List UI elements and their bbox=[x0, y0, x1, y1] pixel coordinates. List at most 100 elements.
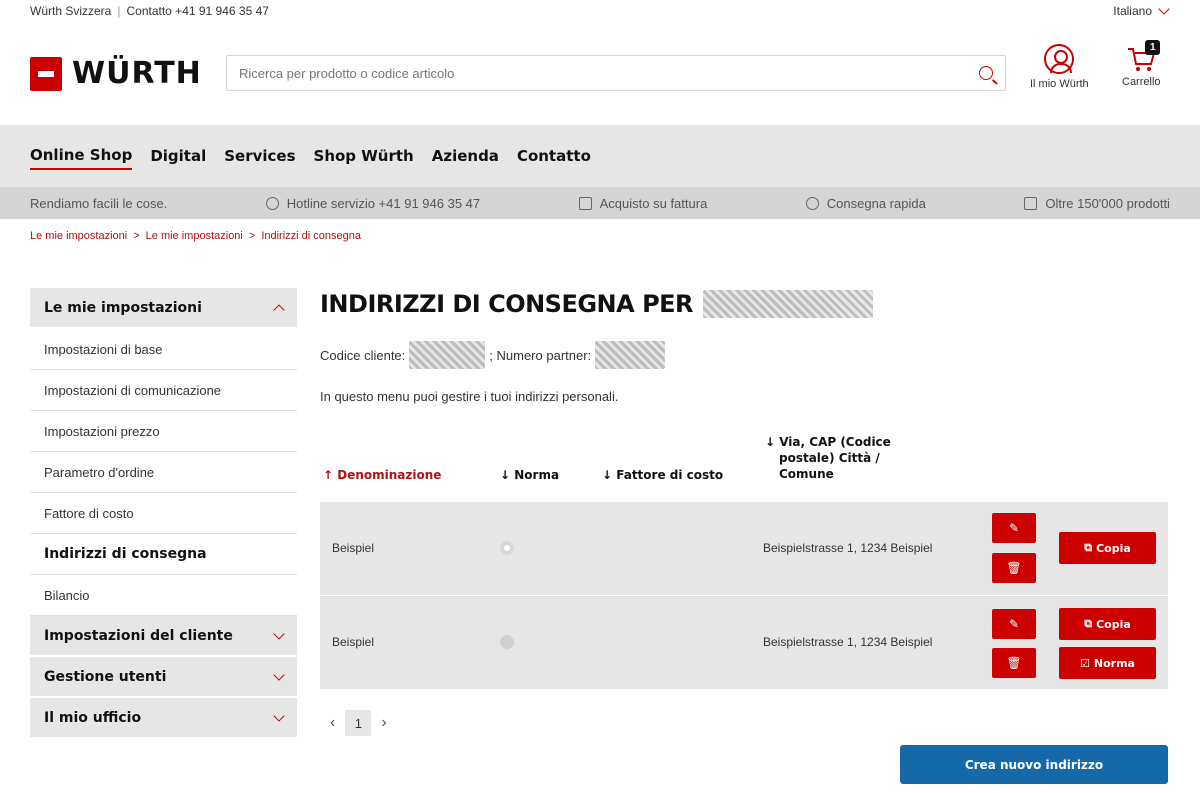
breadcrumb: Le mie impostazioni > Le mie impostazion… bbox=[30, 230, 361, 242]
language-selector[interactable]: Italiano bbox=[1113, 3, 1170, 18]
page-title: INDIRIZZI DI CONSEGNA PER bbox=[320, 290, 874, 318]
row-address: Beispielstrasse 1, 1234 Beispiel bbox=[763, 541, 933, 555]
logo-text: WÜRTH bbox=[72, 56, 202, 91]
search-bar[interactable] bbox=[226, 55, 1006, 91]
set-default-button[interactable]: ☑ Norma bbox=[1059, 647, 1156, 679]
row-name: Beispiel bbox=[332, 635, 375, 649]
page-title-text: INDIRIZZI DI CONSEGNA PER bbox=[320, 290, 694, 318]
copy-icon: ⧉ bbox=[1084, 541, 1093, 554]
products-info: Oltre 150'000 prodotti bbox=[1024, 196, 1170, 211]
nav-services[interactable]: Services bbox=[224, 143, 295, 169]
user-icon bbox=[1044, 44, 1075, 74]
sidebar-group-label: Il mio ufficio bbox=[44, 709, 142, 726]
nav-shop-wurth[interactable]: Shop Würth bbox=[314, 143, 414, 169]
pagination: ‹ 1 › bbox=[330, 710, 387, 736]
company-name: Würth Svizzera bbox=[30, 4, 112, 18]
customer-info: Codice cliente: ; Numero partner: bbox=[320, 341, 666, 369]
sidebar-item-balance[interactable]: Bilancio bbox=[30, 575, 297, 616]
copy-label: Copia bbox=[1096, 541, 1131, 555]
sidebar-group-office[interactable]: Il mio ufficio bbox=[30, 698, 297, 739]
language-label: Italiano bbox=[1113, 4, 1152, 18]
customer-label: Codice cliente: bbox=[320, 347, 406, 363]
sidebar-item-communication[interactable]: Impostazioni di comunicazione bbox=[30, 370, 297, 411]
phone-icon bbox=[265, 196, 279, 210]
pencil-icon: ✎ bbox=[1008, 521, 1020, 535]
row-address: Beispielstrasse 1, 1234 Beispiel bbox=[763, 635, 933, 649]
copy-button[interactable]: ⧉ Copia bbox=[1059, 532, 1156, 564]
intro-text: In questo menu puoi gestire i tuoi indir… bbox=[320, 389, 619, 404]
column-denominazione[interactable]: ↑ Denominazione bbox=[323, 468, 441, 482]
account-button[interactable]: Il mio Würth bbox=[1030, 44, 1089, 90]
contact-link[interactable]: Contatto +41 91 946 35 47 bbox=[126, 4, 268, 18]
edit-button[interactable]: ✎ bbox=[992, 513, 1036, 543]
column-norma[interactable]: ↓ Norma bbox=[500, 468, 559, 482]
delete-button[interactable]: 🗑 bbox=[992, 648, 1036, 678]
column-indirizzo[interactable]: ↓ Via, CAP (Codice postale) Città / Comu… bbox=[765, 434, 891, 482]
edit-button[interactable]: ✎ bbox=[992, 609, 1036, 639]
top-strip: Würth Svizzera | Contatto +41 91 946 35 … bbox=[30, 4, 269, 18]
nav-digital[interactable]: Digital bbox=[150, 143, 206, 169]
chevron-down-icon bbox=[273, 668, 285, 681]
create-address-button[interactable]: Crea nuovo indirizzo bbox=[900, 745, 1168, 784]
pencil-icon: ✎ bbox=[1008, 617, 1020, 631]
row-name: Beispiel bbox=[332, 541, 375, 555]
sidebar-group-label: Impostazioni del cliente bbox=[44, 627, 233, 644]
divider: | bbox=[117, 4, 121, 18]
column-indirizzo-line: postale) Città / bbox=[779, 451, 880, 465]
wurth-logo[interactable]: WÜRTH bbox=[30, 56, 202, 91]
sidebar-item-order-param[interactable]: Parametro d'ordine bbox=[30, 452, 297, 493]
breadcrumb-item[interactable]: Le mie impostazioni bbox=[146, 230, 243, 242]
column-fattore-costo[interactable]: ↓ Fattore di costo bbox=[602, 468, 723, 482]
cart-count-badge: 1 bbox=[1145, 40, 1161, 55]
cart-label: Carrello bbox=[1122, 76, 1161, 88]
check-icon: ☑ bbox=[1080, 656, 1090, 670]
trash-icon: 🗑 bbox=[1006, 561, 1022, 575]
sidebar-header-settings[interactable]: Le mie impostazioni bbox=[30, 288, 297, 329]
redacted-customer-code bbox=[409, 341, 486, 369]
invoice-text: Acquisto su fattura bbox=[599, 195, 708, 211]
clock-icon bbox=[805, 196, 819, 210]
default-radio[interactable] bbox=[500, 635, 514, 649]
breadcrumb-separator: > bbox=[133, 230, 140, 242]
nav-azienda[interactable]: Azienda bbox=[432, 143, 499, 169]
hotline-info[interactable]: Hotline servizio +41 91 946 35 47 bbox=[265, 195, 481, 211]
sidebar-group-users[interactable]: Gestione utenti bbox=[30, 657, 297, 698]
redacted-partner-number bbox=[595, 341, 666, 369]
sidebar-group-customer[interactable]: Impostazioni del cliente bbox=[30, 616, 297, 657]
chevron-up-icon bbox=[273, 303, 285, 316]
sidebar-item-price[interactable]: Impostazioni prezzo bbox=[30, 411, 297, 452]
products-text: Oltre 150'000 prodotti bbox=[1045, 195, 1170, 211]
delivery-text: Consegna rapida bbox=[826, 195, 926, 211]
sidebar-item-delivery-addresses[interactable]: Indirizzi di consegna bbox=[30, 534, 297, 575]
tagline: Rendiamo facili le cose. bbox=[30, 195, 168, 211]
info-bar: Rendiamo facili le cose. Hotline servizi… bbox=[0, 187, 1200, 219]
sidebar-group-label: Gestione utenti bbox=[44, 668, 167, 685]
copy-button[interactable]: ⧉ Copia bbox=[1059, 608, 1156, 640]
sidebar-item-base[interactable]: Impostazioni di base bbox=[30, 329, 297, 370]
default-radio[interactable] bbox=[500, 541, 514, 555]
copy-icon: ⧉ bbox=[1084, 617, 1093, 630]
sidebar-item-cost-factor[interactable]: Fattore di costo bbox=[30, 493, 297, 534]
chevron-down-icon bbox=[1158, 3, 1170, 15]
nav-contatto[interactable]: Contatto bbox=[517, 143, 591, 169]
hotline-text: Hotline servizio +41 91 946 35 47 bbox=[286, 195, 481, 211]
next-page-icon[interactable]: › bbox=[381, 714, 386, 732]
partner-label: ; Numero partner: bbox=[489, 347, 592, 363]
account-label: Il mio Würth bbox=[1030, 78, 1089, 90]
delivery-info: Consegna rapida bbox=[805, 195, 926, 211]
delete-button[interactable]: 🗑 bbox=[992, 553, 1036, 583]
chevron-down-icon bbox=[273, 627, 285, 640]
sidebar-header-label: Le mie impostazioni bbox=[44, 299, 202, 316]
search-input[interactable] bbox=[239, 65, 979, 81]
prev-page-icon[interactable]: ‹ bbox=[330, 714, 335, 732]
table-row: Beispiel Beispielstrasse 1, 1234 Beispie… bbox=[320, 502, 1168, 595]
invoice-icon bbox=[578, 196, 592, 210]
redacted-name bbox=[703, 290, 874, 318]
breadcrumb-item-current[interactable]: Indirizzi di consegna bbox=[261, 230, 361, 242]
cart-button[interactable]: 1 Carrello bbox=[1122, 40, 1161, 88]
breadcrumb-item[interactable]: Le mie impostazioni bbox=[30, 230, 127, 242]
nav-online-shop[interactable]: Online Shop bbox=[30, 142, 133, 170]
main-nav: Online Shop Digital Services Shop Würth … bbox=[0, 125, 1200, 187]
search-icon[interactable] bbox=[979, 66, 993, 80]
page-number[interactable]: 1 bbox=[345, 710, 372, 736]
